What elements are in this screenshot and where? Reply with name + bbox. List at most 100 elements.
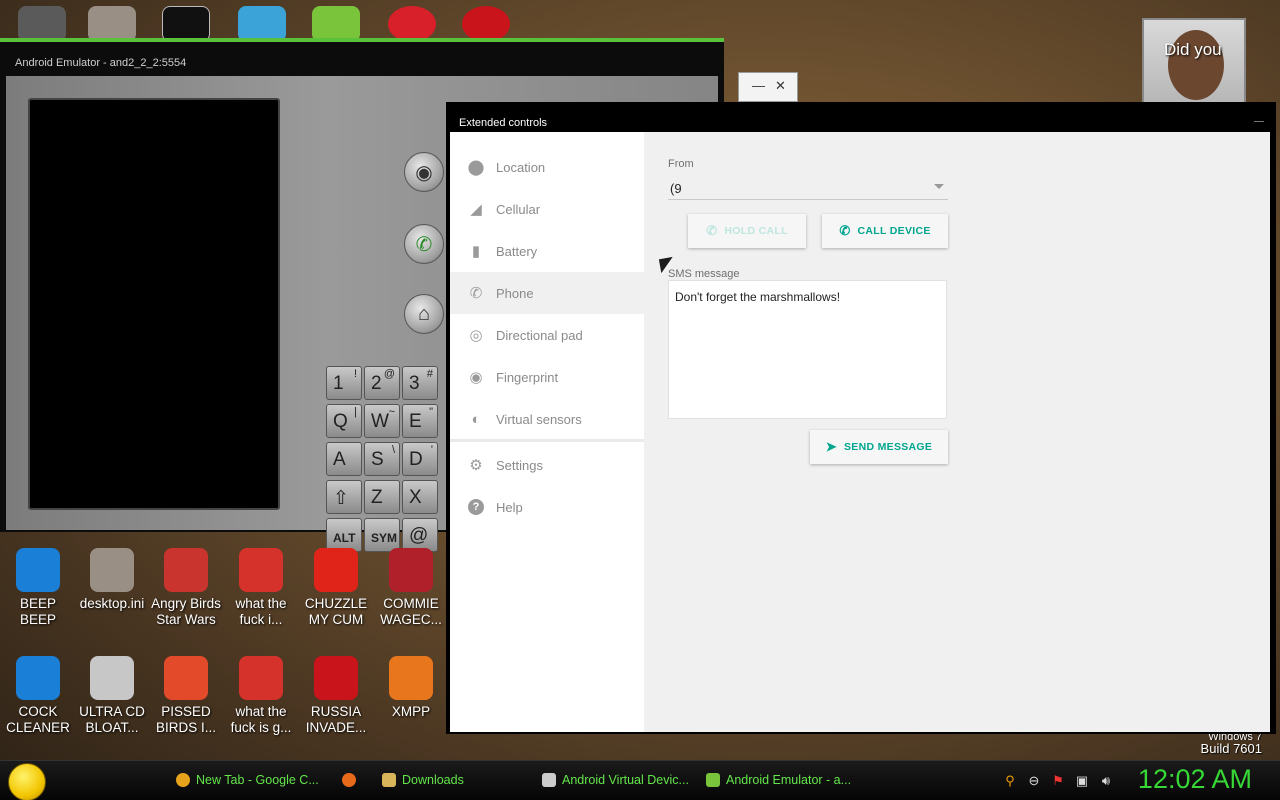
key-label: SYM [371, 531, 398, 545]
desktop-icon[interactable]: desktop.ini [74, 548, 150, 612]
photo-caption: Did you [1164, 40, 1222, 59]
phone-panel: From ✆ HOLD CALL ✆ CALL DEVICE SMS messa… [644, 132, 1270, 732]
phone-icon: ✆ [415, 233, 433, 256]
desktop-icon-top-2[interactable] [88, 6, 136, 42]
key-sublabel: | [354, 406, 357, 418]
nav-item-phone[interactable]: ✆ Phone [450, 272, 644, 314]
app-icon [389, 656, 433, 700]
bad-piggies-icon[interactable] [312, 6, 360, 42]
dev-icon[interactable] [462, 6, 510, 42]
nav-item-label: Battery [496, 243, 538, 259]
desktop-icon[interactable]: Angry Birds Star Wars [148, 548, 224, 628]
desktop-icon[interactable]: ULTRA CD BLOAT... [74, 656, 150, 736]
keypad-key[interactable]: W ~ [364, 404, 400, 438]
camera-icon: ◉ [415, 161, 433, 184]
nav-item-fingerprint[interactable]: ◉ Fingerprint [450, 356, 644, 398]
desktop-icon[interactable]: XMPP [373, 656, 449, 720]
key-label: 2 [371, 373, 382, 394]
call-button[interactable]: ✆ [404, 224, 444, 264]
desktop-icon-top-1[interactable] [18, 6, 66, 42]
taskbar-item[interactable] [336, 767, 362, 793]
taskbar-item[interactable]: Downloads [376, 767, 526, 793]
call-device-label: CALL DEVICE [857, 225, 931, 237]
taskbar: New Tab - Google C... Downloads Android Vi… [0, 760, 1280, 800]
emulator-screen[interactable] [28, 98, 280, 510]
desktop-icon[interactable]: COCK CLEANER [0, 656, 76, 736]
tray-icon-1[interactable]: ⊖ [1026, 773, 1042, 789]
nav-item-label: Phone [496, 285, 534, 301]
battery-icon: ▮ [471, 243, 481, 260]
desktop-icon[interactable]: PISSED BIRDS I... [148, 656, 224, 736]
keypad-key[interactable]: A [326, 442, 362, 476]
desktop-icon[interactable]: RUSSIA INVADE... [298, 656, 374, 736]
keypad-key[interactable]: 2 @ [364, 366, 400, 400]
desktop-icon[interactable]: BEEP BEEP [0, 548, 76, 628]
taskbar-item[interactable]: Android Emulator - a... [700, 767, 860, 793]
app-icon [164, 656, 208, 700]
p-icon[interactable] [388, 6, 436, 42]
key-label: ALT [333, 531, 356, 545]
dpad-icon: ◎ [469, 327, 483, 344]
minimize-icon[interactable] [1254, 121, 1264, 122]
sms-message-input[interactable] [668, 280, 947, 419]
extended-controls-window[interactable]: Extended controls ⬤ Location ◢ Cellular ▮ Bat… [446, 102, 1276, 734]
keypad-key[interactable]: E " [402, 404, 438, 438]
key-sublabel: ~ [388, 406, 395, 418]
keypad-key[interactable]: D ' [402, 442, 438, 476]
desktop-icon[interactable]: what the fuck is g... [223, 656, 299, 736]
hold-call-label: HOLD CALL [724, 225, 788, 237]
key-label: D [409, 449, 423, 470]
camera-button[interactable]: ◉ [404, 152, 444, 192]
desktop-icon[interactable]: COMMIE WAGEC... [373, 548, 449, 628]
desktop-icon[interactable]: CHUZZLE MY CUM [298, 548, 374, 628]
folder-icon[interactable] [238, 6, 286, 42]
cmd-icon[interactable] [162, 6, 210, 42]
nav-item-settings[interactable]: ⚙ Settings [450, 444, 644, 486]
keypad-key[interactable]: 1! [326, 366, 362, 400]
keypad-key[interactable]: S \ [364, 442, 400, 476]
close-icon[interactable]: ✕ [775, 78, 786, 94]
call-device-button[interactable]: ✆ CALL DEVICE [822, 214, 948, 248]
search-icon[interactable]: ⚲ [1002, 773, 1018, 789]
small-window[interactable]: — ✕ [738, 72, 798, 102]
desktop-icon-label: RUSSIA INVADE... [305, 704, 367, 735]
app-icon [239, 656, 283, 700]
network-icon[interactable]: ▣ [1074, 773, 1090, 789]
start-button[interactable] [8, 763, 46, 800]
nav-item-location[interactable]: ⬤ Location [450, 146, 644, 188]
minimize-icon[interactable]: — [752, 78, 765, 93]
flag-icon[interactable]: ⚑ [1050, 773, 1066, 789]
firefox-icon [342, 773, 356, 787]
nav-item-virtual-sensors[interactable]: ◐ Virtual sensors [450, 398, 644, 440]
keypad-key[interactable]: SYM [364, 518, 400, 552]
keypad-key[interactable]: Z [364, 480, 400, 514]
keypad-key[interactable]: ⇧ [326, 480, 362, 514]
desktop-icon[interactable]: what the fuck i... [223, 548, 299, 628]
send-message-button[interactable]: ➤ SEND MESSAGE [810, 430, 948, 464]
hold-call-button[interactable]: ✆ HOLD CALL [688, 214, 806, 248]
taskbar-item[interactable]: Android Virtual Devic... [536, 767, 696, 793]
desktop-icon-label: what the fuck is g... [230, 704, 292, 735]
nav-item-label: Location [496, 159, 546, 175]
keypad-key[interactable]: ALT [326, 518, 362, 552]
nav-item-directional-pad[interactable]: ◎ Directional pad [450, 314, 644, 356]
volume-icon[interactable]: 🔊︎ [1098, 773, 1114, 789]
home-button[interactable]: ⌂ [404, 294, 444, 334]
clock[interactable]: 12:02 AM [1138, 764, 1252, 795]
chevron-down-icon[interactable] [934, 184, 944, 189]
keypad-key[interactable]: @ [402, 518, 438, 552]
key-sublabel: ! [353, 368, 357, 380]
desktop-icon-label: Angry Birds Star Wars [151, 596, 221, 627]
nav-item-battery[interactable]: ▮ Battery [450, 230, 644, 272]
key-label: A [333, 449, 346, 470]
keypad-key[interactable]: 3 # [402, 366, 438, 400]
keypad-key[interactable]: X [402, 480, 438, 514]
nav-item-help[interactable]: ? Help [450, 486, 644, 528]
from-input[interactable] [668, 178, 948, 200]
taskbar-item-label: Downloads [402, 773, 464, 787]
fingerprint-icon: ◉ [469, 369, 483, 386]
desktop-icon-label: ULTRA CD BLOAT... [79, 704, 145, 735]
keypad-key[interactable]: Q | [326, 404, 362, 438]
nav-item-cellular[interactable]: ◢ Cellular [450, 188, 644, 230]
taskbar-item[interactable]: New Tab - Google C... [170, 767, 330, 793]
